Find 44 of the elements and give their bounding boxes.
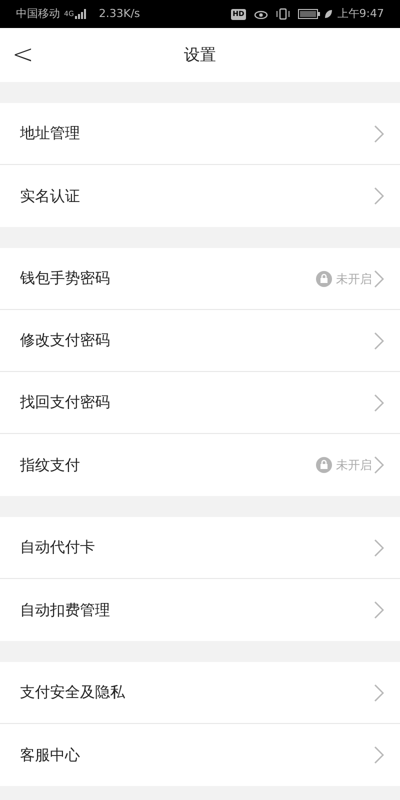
settings-row[interactable]: 自动扣费管理 — [0, 579, 400, 641]
page-title: 设置 — [184, 44, 216, 66]
chevron-right-icon — [374, 270, 384, 288]
network-speed-text: 2.33K/s — [98, 6, 140, 22]
row-label: 地址管理 — [20, 123, 81, 144]
settings-row[interactable]: 地址管理 — [0, 103, 400, 165]
row-label: 实名认证 — [20, 186, 81, 207]
leaf-icon — [324, 9, 334, 19]
row-label: 支付安全及隐私 — [20, 682, 126, 704]
chevron-right-icon — [374, 187, 384, 205]
row-label: 指纹支付 — [20, 454, 81, 476]
chevron-right-icon — [374, 124, 384, 142]
vibrate-icon — [276, 8, 290, 20]
settings-row[interactable]: 支付安全及隐私 — [0, 662, 400, 724]
row-label: 客服中心 — [20, 744, 81, 766]
chevron-right-icon — [374, 394, 384, 412]
chevron-right-icon — [374, 601, 384, 619]
status-text: 未开启 — [336, 457, 372, 474]
battery-icon — [298, 9, 320, 19]
back-button[interactable]: < — [12, 42, 34, 68]
settings-row[interactable]: 自动代付卡 — [0, 517, 400, 579]
carrier-text: 中国移动 — [16, 6, 60, 22]
chevron-right-icon — [374, 538, 384, 556]
row-label: 修改支付密码 — [20, 330, 111, 352]
settings-row[interactable]: 钱包手势密码 未开启 — [0, 248, 400, 310]
clock-text: 上午9:47 — [337, 6, 384, 22]
row-label: 自动代付卡 — [20, 537, 96, 558]
lock-icon — [316, 270, 332, 286]
settings-row[interactable]: 找回支付密码 — [0, 372, 400, 434]
settings-row[interactable]: 修改支付密码 — [0, 310, 400, 372]
chevron-right-icon — [374, 456, 384, 474]
settings-row[interactable]: 实名认证 — [0, 165, 400, 227]
signal-icon — [74, 9, 87, 19]
eye-icon — [254, 9, 268, 19]
settings-row[interactable]: 客服中心 — [0, 724, 400, 786]
chevron-right-icon — [374, 332, 384, 350]
status-text: 未开启 — [336, 270, 372, 288]
chevron-right-icon — [374, 684, 384, 702]
chevron-right-icon — [374, 746, 384, 764]
lock-icon — [316, 457, 332, 473]
settings-row[interactable]: 指纹支付 未开启 — [0, 434, 400, 496]
row-label: 找回支付密码 — [20, 392, 111, 414]
row-label: 自动扣费管理 — [20, 600, 111, 621]
row-label: 钱包手势密码 — [20, 268, 111, 290]
